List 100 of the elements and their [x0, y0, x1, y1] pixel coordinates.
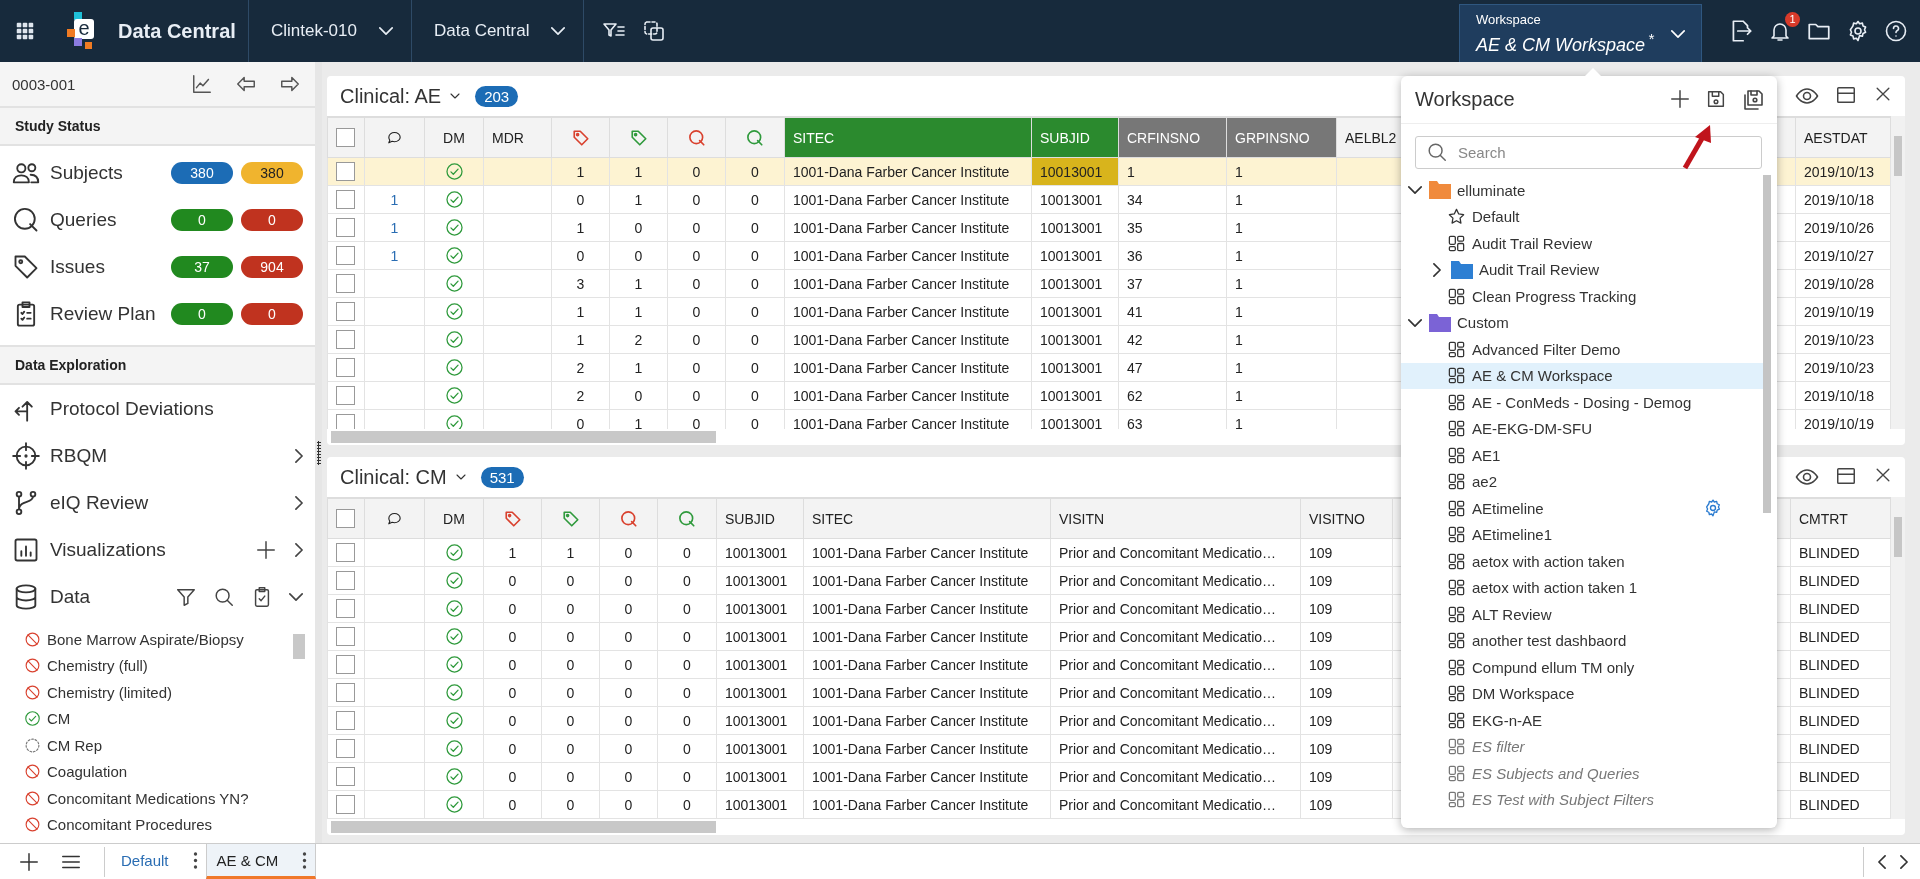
layout-icon[interactable]	[1835, 465, 1857, 487]
module-dropdown[interactable]: Data Central	[412, 0, 584, 62]
search-icon[interactable]	[213, 585, 235, 608]
copy-icon[interactable]	[642, 19, 667, 43]
column-header[interactable]: CMTRT	[1790, 498, 1891, 539]
row-checkbox[interactable]	[336, 711, 355, 730]
column-header[interactable]: VISITN	[1050, 498, 1301, 539]
plus-icon[interactable]	[1669, 87, 1691, 110]
count-badge[interactable]: 0	[171, 302, 233, 325]
panel-title-dropdown[interactable]: Clinical: AE	[340, 84, 464, 108]
status-link[interactable]: Subjects	[12, 158, 163, 187]
count-badge[interactable]: 380	[241, 161, 303, 184]
comment-count[interactable]: 1	[364, 213, 425, 242]
status-link[interactable]: Issues	[12, 252, 163, 281]
resize-handle[interactable]	[316, 440, 321, 465]
dataset-item[interactable]: Concomitant Medications YN?	[24, 785, 315, 812]
tree-item[interactable]: AE & CM Workspace	[1401, 362, 1763, 389]
nav-item[interactable]: eIQ Review	[12, 488, 295, 517]
column-header[interactable]: DM	[424, 117, 484, 158]
dataset-item[interactable]: Bone Marrow Aspirate/Biopsy	[24, 626, 315, 653]
count-badge[interactable]: 0	[241, 208, 303, 231]
chevron-right-icon[interactable]	[295, 495, 303, 510]
count-badge[interactable]: 0	[171, 208, 233, 231]
row-checkbox[interactable]	[336, 683, 355, 702]
chevron-down-icon[interactable]	[289, 592, 303, 601]
dataset-item[interactable]: Coagulation	[24, 758, 315, 785]
row-checkbox[interactable]	[336, 190, 355, 209]
layout-icon[interactable]	[1835, 84, 1857, 106]
row-checkbox[interactable]	[336, 599, 355, 618]
count-badge[interactable]: 904	[241, 255, 303, 278]
app-grid-icon[interactable]	[14, 20, 36, 42]
row-checkbox[interactable]	[336, 162, 355, 181]
row-checkbox[interactable]	[336, 274, 355, 293]
comment-count[interactable]: 1	[364, 241, 425, 270]
column-header[interactable]: SUBJID	[716, 498, 804, 539]
workspace-dropdown[interactable]: Workspace AE & CM Workspace $^{*}$	[1459, 4, 1702, 62]
panel-title-dropdown[interactable]: Clinical: CM	[340, 465, 469, 489]
search-field[interactable]: Search	[1415, 136, 1762, 169]
tree-item[interactable]: EKG-n-AE	[1401, 707, 1763, 734]
status-link[interactable]: Queries	[12, 205, 163, 234]
row-checkbox[interactable]	[336, 571, 355, 590]
vertical-scrollbar[interactable]	[1891, 497, 1905, 819]
row-checkbox[interactable]	[336, 330, 355, 349]
study-dropdown[interactable]: Clintek-010	[249, 0, 411, 62]
row-checkbox[interactable]	[336, 246, 355, 265]
dataset-item[interactable]: CM	[24, 705, 315, 732]
column-header[interactable]: GRPINSNO	[1226, 117, 1337, 158]
chevron-left-icon[interactable]	[1878, 854, 1886, 869]
chevron-right-icon[interactable]	[295, 448, 303, 463]
row-checkbox[interactable]	[336, 795, 355, 814]
nav-item[interactable]: RBQM	[12, 441, 295, 470]
plus-icon[interactable]	[255, 538, 277, 561]
row-checkbox[interactable]	[336, 386, 355, 405]
column-header[interactable]: SITEC	[784, 117, 1032, 158]
nav-item[interactable]: Visualizations	[12, 535, 255, 564]
dataset-item[interactable]: CM Rep	[24, 732, 315, 759]
row-checkbox[interactable]	[336, 767, 355, 786]
workspace-tab[interactable]: Default	[111, 844, 206, 879]
count-badge[interactable]: 0	[241, 302, 303, 325]
row-checkbox[interactable]	[336, 302, 355, 321]
nav-item[interactable]: Data	[12, 582, 175, 611]
chevron-right-icon[interactable]	[1900, 854, 1908, 869]
horizontal-scrollbar-thumb[interactable]	[331, 431, 716, 443]
select-all-checkbox[interactable]	[336, 509, 355, 528]
chevron-right-icon[interactable]	[295, 542, 303, 557]
column-header[interactable]: MDR	[483, 117, 552, 158]
dataset-item[interactable]: Concomitant Procedures	[24, 811, 315, 838]
count-badge[interactable]: 380	[171, 161, 233, 184]
column-header[interactable]: AESTDAT	[1795, 117, 1891, 158]
row-checkbox[interactable]	[336, 543, 355, 562]
dataset-item[interactable]: Chemistry (limited)	[24, 679, 315, 706]
column-header[interactable]: CRFINSNO	[1118, 117, 1227, 158]
tree-item[interactable]: AEtimeline	[1401, 495, 1763, 522]
nav-item[interactable]: Protocol Deviations	[12, 394, 303, 423]
row-checkbox[interactable]	[336, 739, 355, 758]
save-as-icon[interactable]	[1741, 87, 1765, 112]
horizontal-scrollbar-thumb[interactable]	[331, 821, 716, 833]
workspace-tab[interactable]: AE & CM	[205, 844, 317, 879]
vertical-scrollbar[interactable]	[1891, 116, 1905, 429]
dataset-item[interactable]: Chemistry (full)	[24, 652, 315, 679]
line-chart-icon[interactable]	[191, 73, 213, 95]
row-checkbox[interactable]	[336, 414, 355, 429]
status-link[interactable]: Review Plan	[12, 299, 163, 328]
row-checkbox[interactable]	[336, 358, 355, 377]
count-badge[interactable]: 37	[171, 255, 233, 278]
row-checkbox[interactable]	[336, 218, 355, 237]
column-header[interactable]: SITEC	[803, 498, 1051, 539]
scrollbar-thumb[interactable]	[1763, 175, 1771, 513]
help-icon[interactable]	[1884, 19, 1908, 43]
scrollbar-thumb[interactable]	[293, 634, 305, 659]
comment-count[interactable]: 1	[364, 185, 425, 214]
tree-item[interactable]: DM Workspace	[1401, 680, 1763, 707]
column-header[interactable]: SUBJID	[1031, 117, 1119, 158]
column-header[interactable]: DM	[424, 498, 484, 539]
column-header[interactable]: VISITNO	[1300, 498, 1393, 539]
row-checkbox[interactable]	[336, 655, 355, 674]
select-all-checkbox[interactable]	[336, 128, 355, 147]
row-checkbox[interactable]	[336, 627, 355, 646]
tree-item[interactable]: AE1	[1401, 442, 1763, 469]
tree-item[interactable]: Compund ellum TM only	[1401, 654, 1763, 681]
